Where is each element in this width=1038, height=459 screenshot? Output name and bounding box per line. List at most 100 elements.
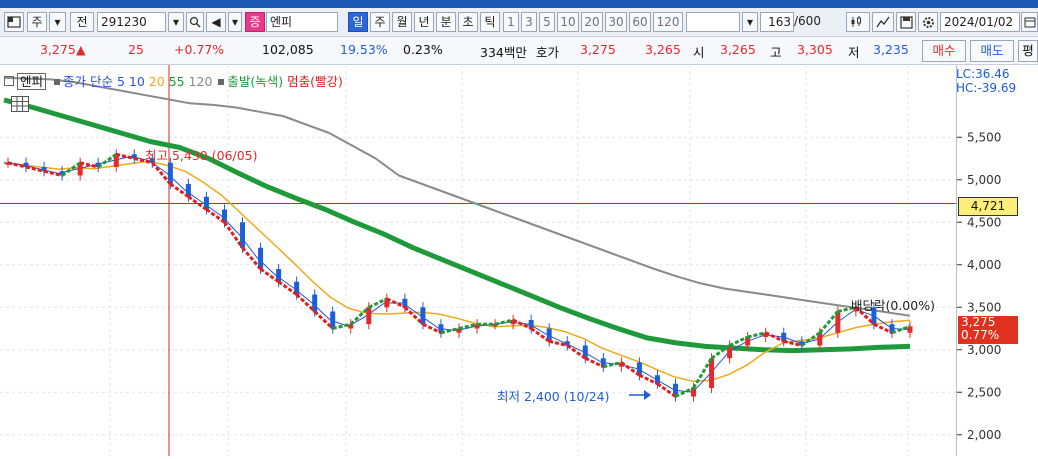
last-price-box: 3,275 0.77% xyxy=(958,316,1018,344)
code-dropdown-icon[interactable]: ▾ xyxy=(168,12,184,32)
tab-day[interactable]: 일 xyxy=(348,12,368,32)
start-signal-segment xyxy=(728,335,749,347)
volume: 102,085 xyxy=(262,42,314,57)
chart-plot[interactable] xyxy=(0,65,956,456)
chart-legend: 엔피 종가 단순 5 10 20 55 120 출발(녹색) 멈춤(빨강) xyxy=(4,71,343,90)
tab-year[interactable]: 년 xyxy=(414,12,434,32)
start-signal-segment xyxy=(747,331,767,339)
axis-tick-label: 2,500 xyxy=(967,385,1001,399)
start-signal-segment xyxy=(818,310,839,334)
save-icon[interactable] xyxy=(896,12,916,32)
high-label: 고 xyxy=(770,45,782,60)
resize-handle xyxy=(340,12,346,32)
dividend-annotation: 배당락(0.00%) xyxy=(851,298,935,313)
start-signal-segment xyxy=(332,322,352,330)
stock-name-field[interactable]: 엔피 xyxy=(266,12,338,32)
interval-10[interactable]: 10 xyxy=(557,12,579,32)
axis-tick-label: 4,000 xyxy=(967,258,1001,272)
stop-signal-segment xyxy=(873,322,893,335)
line-tool-icon[interactable] xyxy=(872,12,894,32)
axis-tick-label: 5,000 xyxy=(967,173,1001,187)
date-input[interactable]: 2024/01/02 xyxy=(940,12,1020,32)
badge-label: 증 xyxy=(245,12,265,32)
legend-bullet-icon xyxy=(54,79,60,85)
legend-square-icon xyxy=(4,76,14,86)
ask-label: 호가 xyxy=(536,45,560,60)
calendar-icon[interactable] xyxy=(1021,12,1038,32)
interval-custom-input[interactable] xyxy=(686,12,740,32)
legend-start-signal: 출발(녹색) xyxy=(227,74,284,89)
title-strip xyxy=(0,0,1038,8)
interval-120[interactable]: 120 xyxy=(653,12,683,32)
ma20-line xyxy=(3,160,911,382)
tab-tick[interactable]: 틱 xyxy=(480,12,500,32)
interval-30[interactable]: 30 xyxy=(605,12,627,32)
low-price: 3,235 xyxy=(873,42,909,57)
window-icon[interactable] xyxy=(4,12,24,32)
gear-icon[interactable] xyxy=(918,12,938,32)
last-price-percent: 0.77% xyxy=(961,328,1000,342)
market-button[interactable]: 주 xyxy=(27,12,47,32)
grid-icon[interactable] xyxy=(11,96,29,112)
search-icon[interactable] xyxy=(186,12,204,32)
bid-price: 3,265 xyxy=(645,42,681,57)
interval-60[interactable]: 60 xyxy=(629,12,651,32)
tab-minute[interactable]: 분 xyxy=(436,12,456,32)
axis-tick-label: 3,000 xyxy=(967,343,1001,357)
start-signal-segment xyxy=(494,318,514,326)
tab-second[interactable]: 초 xyxy=(458,12,478,32)
legend-stop-signal: 멈춤(빨강) xyxy=(287,74,343,89)
lc-value: LC:36.46 xyxy=(956,67,1010,81)
price-axis-ticks: 5,500 5,000 4,500 4,000 3,500 3,000 2,500 2,000 xyxy=(957,130,1001,442)
low-label: 저 xyxy=(848,45,860,60)
chart-type-icon[interactable] xyxy=(846,12,870,32)
low-arrow-icon xyxy=(628,389,652,404)
extra-button[interactable]: 평 xyxy=(1018,40,1038,62)
price-ticker: 3,275 ▲ 25 +0.77% 102,085 19.53% 0.23% 3… xyxy=(0,37,1038,65)
open-price: 3,265 xyxy=(720,42,756,57)
last-price: 3,275 xyxy=(40,42,76,57)
axis-tick-label: 4,500 xyxy=(967,215,1001,229)
prefix-label[interactable]: 전 xyxy=(70,12,94,32)
stop-signal-segment xyxy=(548,339,568,347)
interval-20[interactable]: 20 xyxy=(581,12,603,32)
turnover-percent: 19.53% xyxy=(340,42,388,57)
low-annotation: 최저 2,400 (10/24) xyxy=(497,389,610,404)
tab-month[interactable]: 월 xyxy=(392,12,412,32)
change-percent: +0.77% xyxy=(174,42,225,57)
sound-dropdown-icon[interactable]: ▾ xyxy=(228,12,242,32)
sell-button[interactable]: 매도 xyxy=(970,40,1014,62)
stop-signal-segment xyxy=(7,161,27,169)
sound-icon[interactable]: ◀ xyxy=(206,12,226,32)
axis-tick-label: 3,500 xyxy=(967,300,1001,314)
ma10-line xyxy=(3,155,911,393)
legend-ma-label: 종가 단순 xyxy=(63,74,113,89)
tab-week[interactable]: 주 xyxy=(370,12,390,32)
stop-signal-segment xyxy=(638,373,659,386)
interval-dropdown-icon[interactable]: ▾ xyxy=(742,12,758,32)
stop-signal-segment xyxy=(43,169,63,177)
up-arrow-icon: ▲ xyxy=(76,42,86,57)
interval-1[interactable]: 1 xyxy=(503,12,519,32)
ask-price: 3,275 xyxy=(580,42,616,57)
price-axis[interactable]: 5,500 5,000 4,500 4,000 3,500 3,000 2,500 2,000 xyxy=(956,65,1038,456)
stop-signal-segment xyxy=(115,152,135,160)
interval-5[interactable]: 5 xyxy=(539,12,555,32)
interval-3[interactable]: 3 xyxy=(521,12,537,32)
market-dropdown-icon[interactable]: ▾ xyxy=(49,12,66,32)
chart-area[interactable] xyxy=(0,65,956,456)
legend-ma5: 5 xyxy=(116,74,125,89)
legend-stock-name[interactable]: 엔피 xyxy=(17,73,47,90)
buy-button[interactable]: 매수 xyxy=(922,40,966,62)
high-annotation: 최고 5,430 (06/05) xyxy=(145,148,258,163)
ratio-percent: 0.23% xyxy=(403,42,443,57)
stock-code-input[interactable]: 291230 xyxy=(97,12,166,32)
stop-signal-segment xyxy=(584,356,604,369)
legend-ma20: 20 xyxy=(148,74,165,89)
stop-signal-segment xyxy=(783,339,803,347)
hc-value: HC:-39.69 xyxy=(956,81,1017,95)
toolbar: 주 ▾ 전 291230 ▾ ◀ ▾ 증 엔피 일 주 월 년 분 초 틱 1 … xyxy=(0,8,1038,37)
legend-ma55: 55 xyxy=(168,74,185,89)
start-signal-segment xyxy=(692,357,713,389)
data-count-input[interactable]: 163 xyxy=(760,12,794,32)
